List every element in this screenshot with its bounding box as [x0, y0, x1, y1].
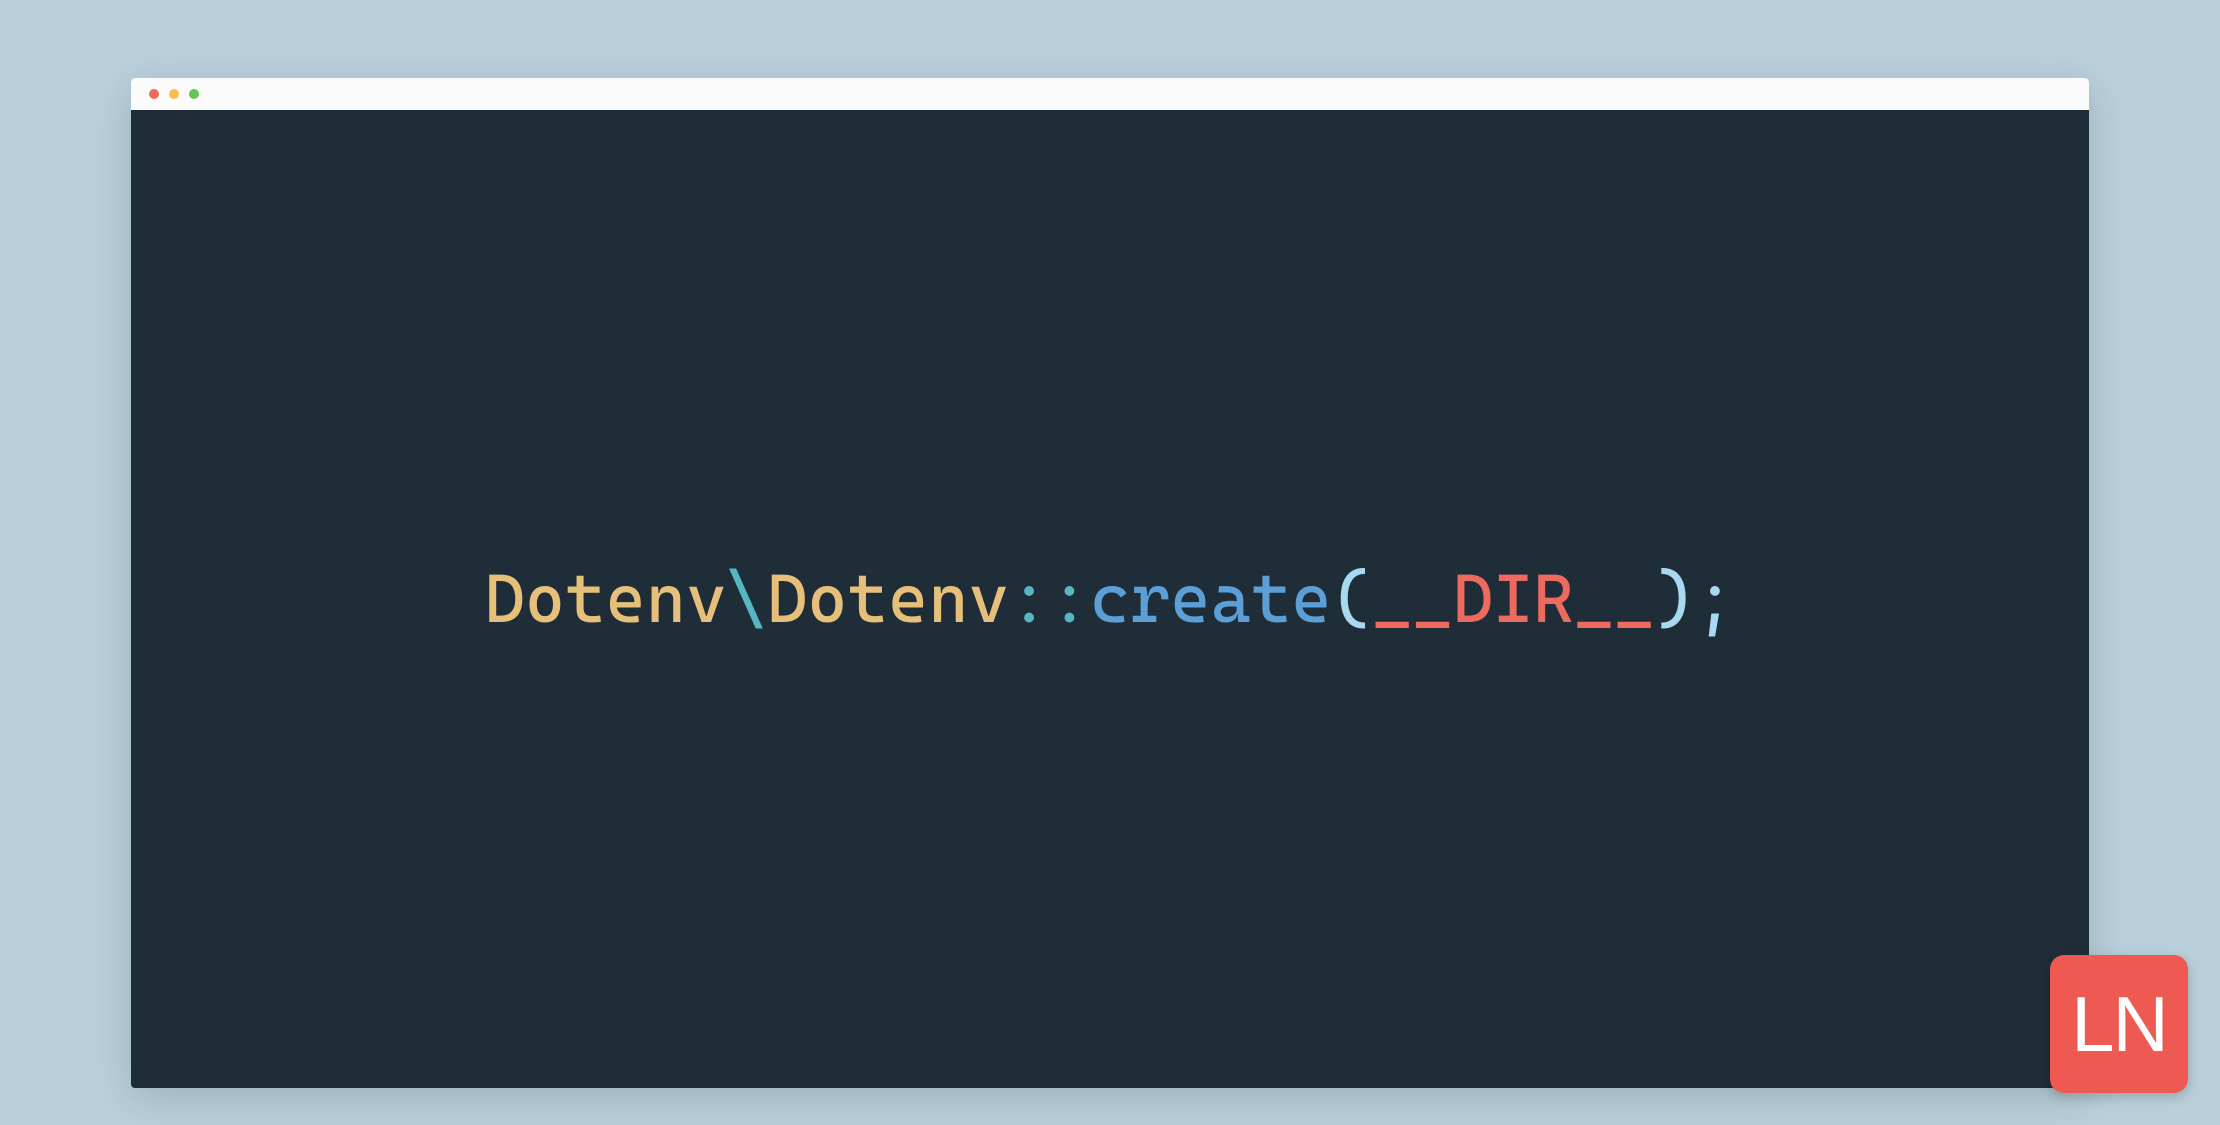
code-token-semicolon: ; [1695, 559, 1735, 638]
code-token-backslash: \ [727, 559, 767, 638]
code-token-namespace: Dotenv [485, 559, 727, 638]
close-icon[interactable] [149, 89, 159, 99]
minimize-icon[interactable] [169, 89, 179, 99]
editor-window: Dotenv\Dotenv::create(__DIR__); [131, 78, 2089, 1088]
window-titlebar [131, 78, 2089, 110]
code-token-scope: :: [1009, 559, 1090, 638]
maximize-icon[interactable] [189, 89, 199, 99]
code-token-paren-open: ( [1332, 559, 1372, 638]
code-token-paren-close: ) [1655, 559, 1695, 638]
code-token-class: Dotenv [767, 559, 1009, 638]
logo-badge: LN [2050, 955, 2188, 1093]
code-line: Dotenv\Dotenv::create(__DIR__); [485, 559, 1736, 638]
logo-text: LN [2071, 985, 2167, 1063]
code-token-method: create [1090, 559, 1332, 638]
code-token-constant: __DIR__ [1372, 559, 1654, 638]
code-editor-area: Dotenv\Dotenv::create(__DIR__); [131, 110, 2089, 1088]
